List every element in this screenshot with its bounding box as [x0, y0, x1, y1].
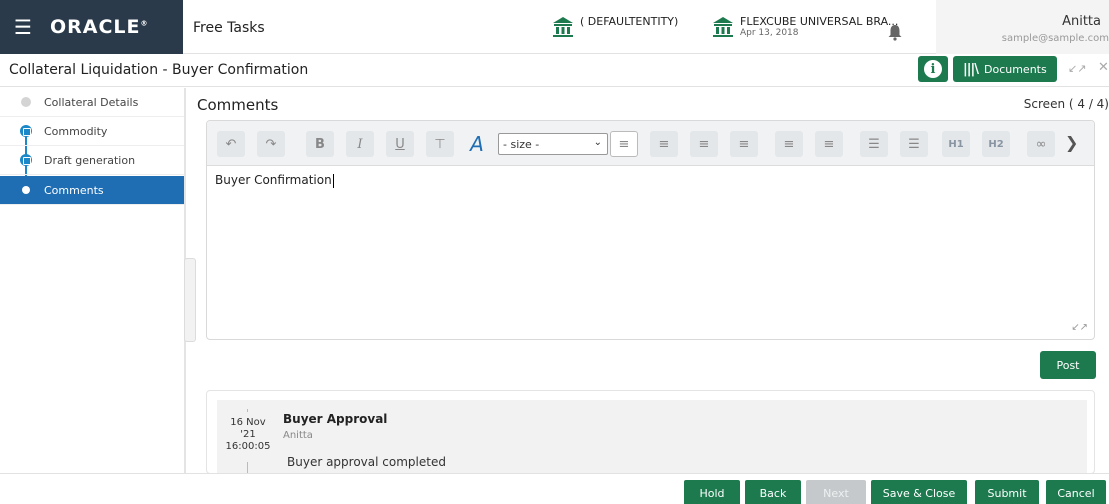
underline-icon[interactable]: U [386, 131, 414, 157]
comment-user: Anitta [283, 430, 313, 441]
documents-icon: |||\ [963, 61, 979, 77]
step-done-icon [20, 154, 32, 166]
user-email: sample@sample.com [1001, 33, 1109, 44]
resize-icon[interactable]: ↙↗ [1071, 322, 1088, 333]
sidebar-item-collateral-details[interactable]: Collateral Details [0, 88, 184, 117]
entity-label: ( DEFAULTENTITY) [580, 15, 679, 28]
bullet-list-icon[interactable]: ☰ [860, 131, 888, 157]
chevron-right-icon[interactable]: ❯ [1065, 133, 1078, 152]
hold-button[interactable]: Hold [684, 480, 740, 504]
sidebar-item-comments[interactable]: Comments [0, 176, 184, 205]
cancel-button[interactable]: Cancel [1046, 480, 1106, 504]
user-name: Anitta [1062, 14, 1101, 29]
align-justify-icon[interactable]: ≡ [730, 131, 758, 157]
font-size-select[interactable]: - size - ⌄ [498, 133, 608, 155]
step-active-icon [22, 186, 30, 194]
oracle-logo: ORACLE® [50, 16, 149, 38]
back-button[interactable]: Back [745, 480, 801, 504]
sidebar-item-label: Draft generation [44, 153, 136, 167]
info-button[interactable]: i [918, 56, 948, 82]
documents-label: Documents [984, 62, 1047, 76]
info-icon: i [924, 60, 942, 78]
sidebar-item-draft-generation[interactable]: Draft generation [0, 146, 184, 175]
sidebar-item-label: Comments [44, 183, 104, 197]
save-close-button[interactable]: Save & Close [871, 480, 967, 504]
strikethrough-icon[interactable]: ⊤ [426, 131, 454, 157]
user-menu[interactable]: Anitta sample@sample.com [936, 0, 1109, 54]
bank-icon [553, 17, 573, 37]
link-icon[interactable]: ∞ [1027, 131, 1055, 157]
numbered-list-icon[interactable]: ☰ [900, 131, 928, 157]
branch-bank-icon [713, 17, 733, 37]
minimize-icon[interactable]: ↙↗ [1068, 62, 1086, 75]
sidebar-item-commodity[interactable]: Commodity [0, 117, 184, 146]
next-button[interactable]: Next [806, 480, 866, 504]
editor-toolbar: ↶ ↷ B I U ⊤ A - size - ⌄ ≡ ≡ ≡ ≡ ≡ ≡ ☰ ☰… [207, 121, 1094, 166]
notification-bell-icon[interactable] [887, 24, 903, 41]
align-left-icon[interactable]: ≡ [610, 131, 638, 157]
brand-area: ☰ ORACLE® [0, 0, 183, 54]
comments-panel: 16 Nov '21 16:00:05 Buyer Approval Anitt… [206, 390, 1095, 474]
align-right-icon[interactable]: ≡ [690, 131, 718, 157]
font-size-value: - size - [503, 137, 540, 151]
screen-counter: Screen ( 4 / 4) [1023, 97, 1109, 111]
comment-text: Buyer approval completed [287, 455, 446, 469]
branch-name: FLEXCUBE UNIVERSAL BRA... [740, 15, 899, 28]
hamburger-menu-icon[interactable]: ☰ [14, 15, 36, 39]
splitter-handle[interactable] [184, 258, 196, 342]
align-center-icon[interactable]: ≡ [650, 131, 678, 157]
comment-time: 16:00:05 [225, 441, 271, 452]
top-bar: ☰ ORACLE® Free Tasks ( DEFAULTENTITY) FL… [0, 0, 1109, 54]
indent-icon[interactable]: ≡ [775, 131, 803, 157]
sidebar-item-label: Collateral Details [44, 95, 139, 109]
comment-card: 16 Nov '21 16:00:05 Buyer Approval Anitt… [217, 400, 1087, 473]
redo-icon[interactable]: ↷ [257, 131, 285, 157]
comment-date-day: 16 Nov [230, 417, 266, 428]
sidebar-item-label: Commodity [44, 124, 108, 138]
step-done-icon [20, 125, 32, 137]
outdent-icon[interactable]: ≡ [815, 131, 843, 157]
comment-date: 16 Nov '21 16:00:05 [223, 412, 273, 462]
editor-content[interactable]: Buyer Confirmation [215, 173, 334, 188]
entity-selector[interactable]: ( DEFAULTENTITY) [552, 16, 678, 38]
submit-button[interactable]: Submit [975, 480, 1039, 504]
page-title: Collateral Liquidation - Buyer Confirmat… [9, 62, 309, 78]
comment-title: Buyer Approval [283, 412, 388, 426]
comment-date-year: '21 [240, 429, 256, 440]
chevron-down-icon: ⌄ [593, 137, 602, 148]
bold-icon[interactable]: B [306, 131, 334, 157]
editor-text-value: Buyer Confirmation [215, 173, 332, 187]
section-title: Comments [197, 96, 279, 114]
italic-icon[interactable]: I [346, 131, 374, 157]
text-caret [332, 173, 334, 188]
documents-button[interactable]: |||\ Documents [953, 56, 1057, 82]
step-pending-icon [21, 97, 31, 107]
step-sidebar: Collateral Details Commodity Draft gener… [0, 88, 184, 504]
app-title: Free Tasks [193, 20, 265, 36]
heading-1-button[interactable]: H1 [942, 131, 970, 157]
rich-text-editor: ↶ ↷ B I U ⊤ A - size - ⌄ ≡ ≡ ≡ ≡ ≡ ≡ ☰ ☰… [206, 120, 1095, 340]
font-color-icon[interactable]: A [463, 131, 491, 157]
branch-selector[interactable]: FLEXCUBE UNIVERSAL BRA... Apr 13, 2018 [712, 16, 898, 38]
undo-icon[interactable]: ↶ [217, 131, 245, 157]
post-button[interactable]: Post [1040, 351, 1096, 379]
branch-date: Apr 13, 2018 [740, 28, 799, 38]
heading-2-button[interactable]: H2 [982, 131, 1010, 157]
close-icon[interactable]: ✕ [1098, 60, 1109, 75]
